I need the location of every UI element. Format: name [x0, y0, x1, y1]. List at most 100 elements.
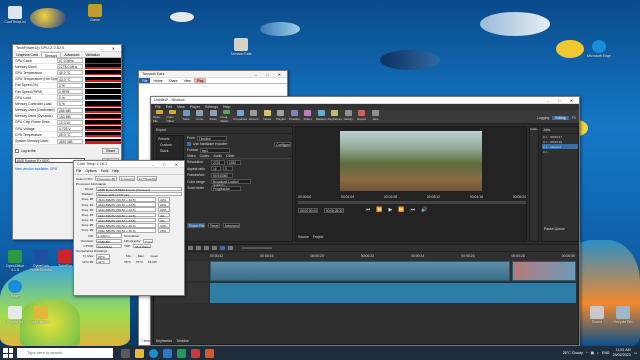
- jobs-button[interactable]: Jobs: [369, 110, 382, 123]
- layout-editing[interactable]: Editing: [552, 116, 569, 120]
- play-icon[interactable]: ▶: [388, 207, 392, 213]
- tab-home[interactable]: Home: [150, 78, 165, 83]
- tab-share[interactable]: Share: [166, 78, 181, 83]
- redo-button[interactable]: Redo: [207, 110, 220, 123]
- tab-codec[interactable]: Codec: [200, 154, 210, 158]
- tab-source[interactable]: Source: [298, 235, 309, 239]
- keyframes-button[interactable]: Keyframes: [328, 110, 342, 123]
- tab-graphics-card[interactable]: Graphics Card: [13, 52, 41, 57]
- configure-button[interactable]: Configure: [274, 141, 291, 147]
- layout-logging[interactable]: Logging: [537, 116, 549, 120]
- gpuz-taskbar-icon[interactable]: [177, 348, 186, 358]
- file-explorer-icon[interactable]: [135, 348, 144, 358]
- shotcut-window[interactable]: Untitled* - Shotcut – □ ✕ File Edit View…: [150, 96, 580, 346]
- markers-button[interactable]: Markers: [315, 110, 328, 123]
- hw-encoder-checkbox[interactable]: [187, 142, 191, 146]
- network-icon[interactable]: ▦: [591, 351, 594, 355]
- copy-icon[interactable]: [187, 246, 193, 250]
- export-file-button[interactable]: Export File: [187, 223, 206, 228]
- notifications-icon[interactable]: ▭: [634, 351, 637, 355]
- tab-advanced[interactable]: Advanced: [61, 52, 82, 57]
- language-indicator[interactable]: ENG: [602, 351, 610, 355]
- from-select[interactable]: Timeline: [196, 135, 227, 141]
- append-icon[interactable]: [203, 246, 209, 250]
- timecode-current[interactable]: 00:00:00:00: [298, 207, 318, 213]
- volume-icon[interactable]: 🔊: [421, 207, 427, 213]
- tab-play[interactable]: Play: [193, 78, 207, 83]
- search-input[interactable]: Type here to search: [17, 348, 113, 358]
- tab-sensors[interactable]: Sensors: [40, 52, 62, 58]
- desktop-icon-tornado-eats[interactable]: Tornado Eats: [228, 38, 254, 56]
- menu-help[interactable]: Help: [112, 169, 119, 173]
- windows-start-icon[interactable]: [3, 348, 13, 358]
- recent-button[interactable]: Recent: [248, 110, 261, 123]
- notes-button[interactable]: Notes: [261, 110, 274, 123]
- log-checkbox[interactable]: [15, 148, 19, 153]
- zoom-slider[interactable]: [241, 247, 272, 249]
- menu-tools[interactable]: Tools: [101, 169, 109, 173]
- undo-button[interactable]: Undo: [194, 110, 207, 123]
- desktop-icon-cyberlink[interactable]: CyberLink PowerDirector: [28, 250, 54, 272]
- video-clip-2[interactable]: [512, 261, 576, 281]
- store-icon[interactable]: [163, 348, 172, 358]
- fps-field[interactable]: 59.940060: [211, 172, 233, 178]
- video-clip[interactable]: [210, 261, 510, 281]
- shotcut-titlebar[interactable]: Untitled* - Shotcut – □ ✕: [151, 97, 579, 104]
- resolution-height[interactable]: 1530: [227, 159, 241, 165]
- aspect-w[interactable]: 16: [211, 166, 221, 172]
- coretemp-titlebar[interactable]: Core Temp 1.18.1– □ ✕: [74, 161, 184, 168]
- reset-button[interactable]: Reset: [102, 147, 119, 154]
- desktop-icon-sound[interactable]: Sound: [584, 306, 610, 324]
- window-controls[interactable]: – □ ✕: [152, 161, 182, 168]
- fast-forward-icon[interactable]: ⏩: [398, 207, 404, 213]
- history-button[interactable]: History: [342, 110, 355, 123]
- save-button[interactable]: Save: [180, 110, 193, 123]
- skip-next-icon[interactable]: ⏭: [411, 207, 416, 213]
- export-button[interactable]: Export: [356, 110, 369, 123]
- rewind-icon[interactable]: ⏪: [376, 207, 382, 213]
- scan-mode-select[interactable]: Progressive: [211, 185, 241, 191]
- tab-file[interactable]: File: [139, 78, 151, 83]
- weather-widget[interactable]: 26°C Cloudy: [563, 351, 583, 355]
- filters-button[interactable]: Filters: [302, 110, 315, 123]
- properties-button[interactable]: Properties: [233, 110, 247, 123]
- gpuz-titlebar[interactable]: TechPowerUp GPU-Z 2.52.0– ✕: [13, 45, 121, 52]
- menu-file[interactable]: File: [76, 169, 81, 173]
- window-controls[interactable]: – ✕: [100, 45, 119, 52]
- desktop-icon-edge[interactable]: Edge: [2, 280, 28, 298]
- job-row[interactable]: C:\...: [542, 149, 578, 154]
- shotcut-taskbar-icon[interactable]: [191, 348, 200, 358]
- task-view-icon[interactable]: [121, 348, 130, 358]
- window-controls[interactable]: – □ ✕: [547, 97, 577, 104]
- peak-meter-button[interactable]: Peak Meter: [221, 110, 234, 123]
- color-range-select[interactable]: Broadcast Limited (MPEG): [211, 179, 251, 188]
- resolution-width[interactable]: 2720: [211, 159, 225, 165]
- layout-fx[interactable]: FX: [572, 116, 576, 120]
- player-scrubber[interactable]: [298, 201, 526, 204]
- tab-video[interactable]: Video: [187, 154, 196, 158]
- open-other-button[interactable]: Open Other: [167, 110, 180, 123]
- format-select[interactable]: mp4: [199, 147, 230, 153]
- preset-stock[interactable]: Stock: [157, 148, 183, 154]
- desktop-icon-openoffice[interactable]: OpenOffice 4.1.8: [2, 250, 28, 272]
- tray-chevron-icon[interactable]: ^: [586, 351, 588, 355]
- edge-icon[interactable]: [149, 348, 158, 358]
- volume-icon[interactable]: ♪: [597, 351, 599, 355]
- tab-view[interactable]: View: [181, 78, 194, 83]
- tab-keyframes[interactable]: Keyframes: [156, 339, 172, 343]
- tab-other[interactable]: Other: [226, 154, 234, 158]
- audio-clip[interactable]: [210, 283, 576, 303]
- snap-icon[interactable]: [219, 246, 225, 250]
- timeline-button[interactable]: Timeline: [288, 110, 301, 123]
- split-icon[interactable]: [211, 246, 217, 250]
- cpu-select[interactable]: Processor #0: [94, 176, 117, 181]
- export-advanced-button[interactable]: Advanced: [222, 223, 240, 228]
- window-controls[interactable]: – □ ✕: [255, 71, 285, 78]
- ripple-icon[interactable]: [227, 246, 233, 250]
- pause-queue-button[interactable]: Pause Queue: [544, 227, 565, 231]
- tab-audio[interactable]: Audio: [213, 154, 222, 158]
- tab-project[interactable]: Project: [313, 235, 324, 239]
- paste-icon[interactable]: [195, 246, 201, 250]
- desktop-icon-bakerkitchen[interactable]: bakerkitchen: [28, 306, 54, 324]
- desktop-icon-recycle-bin[interactable]: Recycle Bin: [610, 306, 636, 324]
